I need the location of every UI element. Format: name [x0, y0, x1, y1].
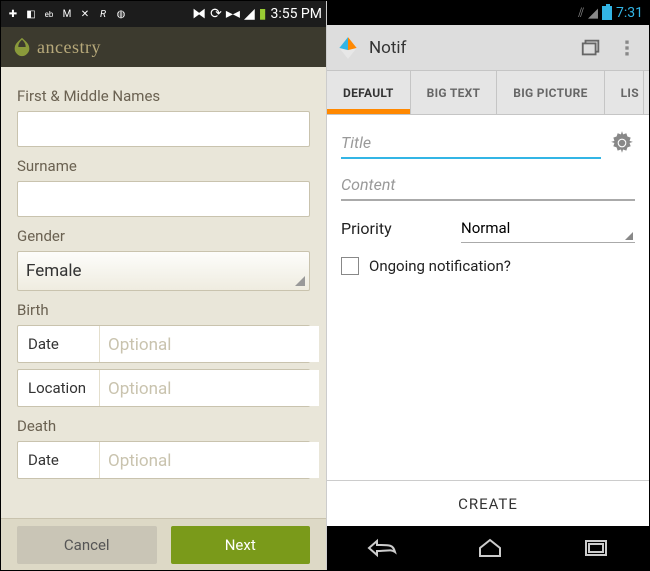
clock-text: 7:31 [616, 5, 643, 21]
first-names-label: First & Middle Names [17, 87, 310, 105]
battery-icon: ▮ [259, 6, 267, 22]
death-label: Death [17, 417, 310, 435]
app-title: Notif [369, 38, 569, 58]
priority-label: Priority [341, 219, 461, 238]
tab-bigpicture[interactable]: BIG PICTURE [497, 71, 604, 114]
create-button[interactable]: CREATE [327, 480, 649, 526]
notif-form: Priority Normal Ongoing notification? [327, 115, 649, 480]
notification-icons: ✚ ◧ eb M ✕ R ◍ [5, 6, 129, 22]
gender-label: Gender [17, 227, 310, 245]
content-input[interactable] [341, 169, 635, 201]
home-icon[interactable] [477, 538, 503, 558]
ancestry-logo: ancestry [11, 36, 101, 58]
signal-icon: ◢ [588, 6, 598, 21]
birth-date-row: Date [17, 325, 310, 363]
birth-date-input[interactable] [100, 326, 319, 362]
tab-bigtext[interactable]: BIG TEXT [411, 71, 498, 114]
close-icon: ✕ [77, 6, 93, 22]
back-icon[interactable] [367, 538, 397, 558]
action-bar: Notif [327, 25, 649, 71]
birth-label: Birth [17, 301, 310, 319]
person-form: First & Middle Names Surname Gender Fema… [1, 67, 326, 518]
gmail-icon: M [59, 6, 75, 22]
wifi-icon: ▸◂ [226, 6, 240, 22]
gender-value: Female [26, 261, 82, 281]
death-date-label: Date [18, 442, 100, 478]
birth-location-label: Location [18, 370, 100, 406]
system-icons: ⫽ ◢ 7:31 [578, 5, 643, 21]
birth-date-label: Date [18, 326, 100, 362]
ongoing-label: Ongoing notification? [369, 257, 511, 275]
ebay-icon: eb [41, 6, 57, 22]
r-icon: R [95, 6, 111, 22]
app-logo-icon [335, 35, 361, 61]
android-nav-bar [327, 526, 649, 570]
tab-bar: DEFAULT BIG TEXT BIG PICTURE LIS [327, 71, 649, 115]
death-date-row: Date [17, 441, 310, 479]
clock-text: 3:55 PM [270, 6, 322, 22]
system-icons: ⧓ ⟳ ▸◂ ◢ ▮ 3:55 PM [192, 6, 322, 22]
vibrate-icon: ⫽ [578, 6, 584, 21]
birth-location-input[interactable] [100, 370, 319, 406]
plus-icon: ✚ [5, 6, 21, 22]
gear-icon[interactable] [609, 130, 635, 156]
birth-location-row: Location [17, 369, 310, 407]
form-footer: Cancel Next [1, 518, 326, 570]
surname-label: Surname [17, 157, 310, 175]
android-status-bar: ✚ ◧ eb M ✕ R ◍ ⧓ ⟳ ▸◂ ◢ ▮ 3:55 PM [1, 1, 326, 27]
ancestry-screen: ✚ ◧ eb M ✕ R ◍ ⧓ ⟳ ▸◂ ◢ ▮ 3:55 PM ancest… [1, 1, 327, 570]
brand-text: ancestry [37, 37, 101, 58]
priority-value: Normal [461, 219, 510, 237]
overflow-icon[interactable] [613, 34, 641, 62]
app-header: ancestry [1, 27, 326, 67]
death-date-input[interactable] [100, 442, 319, 478]
gender-select[interactable]: Female [17, 251, 310, 291]
windows-icon[interactable] [577, 34, 605, 62]
recents-icon[interactable] [583, 538, 609, 558]
ongoing-checkbox[interactable] [341, 257, 359, 275]
app-icon: ◧ [23, 6, 39, 22]
surname-input[interactable] [17, 181, 310, 217]
android-status-bar: ⫽ ◢ 7:31 [327, 1, 649, 25]
sync-icon: ⟳ [210, 6, 222, 22]
tab-default[interactable]: DEFAULT [327, 71, 411, 114]
drop-icon: ◍ [113, 6, 129, 22]
tab-list[interactable]: LIS [605, 71, 644, 114]
signal-icon: ◢ [244, 6, 255, 22]
leaf-icon [11, 36, 33, 58]
title-input[interactable] [341, 127, 601, 159]
battery-icon [602, 6, 612, 20]
next-button[interactable]: Next [171, 526, 311, 564]
notif-screen: ⫽ ◢ 7:31 Notif DEFAULT BIG TEXT BIG PICT… [327, 1, 649, 570]
cancel-button[interactable]: Cancel [17, 526, 157, 564]
bluetooth-icon: ⧓ [192, 6, 206, 22]
first-names-input[interactable] [17, 111, 310, 147]
priority-select[interactable]: Normal [461, 213, 635, 243]
